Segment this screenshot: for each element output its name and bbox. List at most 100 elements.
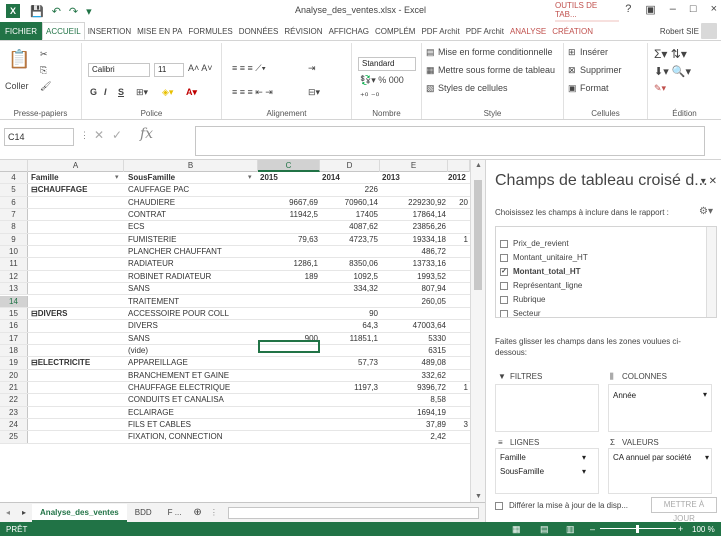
row-number[interactable]: 24 xyxy=(0,419,28,431)
column-item-dropdown-icon[interactable]: ▾ xyxy=(703,390,707,399)
cell-sousfamille[interactable]: FIXATION, CONNECTION xyxy=(128,431,256,442)
row-number[interactable]: 12 xyxy=(0,270,28,283)
cell-sousfamille[interactable]: DIVERS xyxy=(128,320,256,331)
famille-filter-icon[interactable]: ▾ xyxy=(115,173,119,181)
column-header-e[interactable]: E xyxy=(380,160,448,172)
cell-sousfamille[interactable]: SANS xyxy=(128,283,256,294)
clear-icon[interactable]: ✎▾ xyxy=(654,83,666,94)
redo-icon[interactable]: ↷ xyxy=(69,5,78,18)
row-number[interactable]: 15 xyxy=(0,307,28,320)
year-2015-header[interactable]: 2015 xyxy=(260,172,320,183)
cell-2013[interactable]: 37,89 xyxy=(380,419,446,430)
tab-donnees[interactable]: DONNÉES xyxy=(236,22,282,40)
cell-famille[interactable] xyxy=(31,258,124,269)
cell-2013[interactable]: 47003,64 xyxy=(380,320,446,331)
cell-famille[interactable] xyxy=(31,296,124,307)
sousfamille-filter-icon[interactable]: ▾ xyxy=(248,173,252,181)
cell-styles-icon[interactable]: ▧ xyxy=(426,83,435,94)
avatar[interactable] xyxy=(701,23,717,39)
cell-famille[interactable]: ⊟DIVERS xyxy=(31,308,124,319)
cell-2015[interactable] xyxy=(258,370,318,381)
decimal-icon[interactable]: ⁺⁰ ⁻⁰ xyxy=(360,91,379,102)
cut-icon[interactable]: ✂ xyxy=(40,49,48,60)
row-number[interactable]: 25 xyxy=(0,431,28,443)
cell-famille[interactable] xyxy=(31,197,124,208)
cell-2013[interactable]: 332,62 xyxy=(380,370,446,381)
cell-2015[interactable] xyxy=(258,308,318,319)
column-header-d[interactable]: D xyxy=(320,160,380,172)
field-checkbox[interactable] xyxy=(500,253,508,262)
row-item-dropdown-icon[interactable]: ▾ xyxy=(582,467,586,476)
autosum-icon[interactable]: Σ▾ ⇅▾ xyxy=(654,47,687,61)
wrap-text-icon[interactable]: ⇥ xyxy=(308,63,316,74)
cell-2015[interactable] xyxy=(258,357,318,368)
cell-2014[interactable] xyxy=(320,394,378,405)
sheet-tab-bdd[interactable]: BDD xyxy=(127,504,160,522)
row-number[interactable]: 8 xyxy=(0,221,28,233)
delete-button[interactable]: Supprimer xyxy=(580,65,622,75)
column-header-c[interactable]: C xyxy=(258,160,320,172)
copy-icon[interactable]: ⎘ xyxy=(40,65,47,76)
tab-mise-en-page[interactable]: MISE EN PA xyxy=(134,22,185,40)
cell-2014[interactable]: 4723,75 xyxy=(320,234,378,245)
customize-qat-icon[interactable]: ▾ xyxy=(86,5,92,18)
bold-button[interactable]: G xyxy=(90,87,97,97)
cell-famille[interactable]: ⊟ELECTRICITE xyxy=(31,357,124,368)
cell-2015[interactable] xyxy=(258,382,318,393)
cell-2015[interactable]: 11942,5 xyxy=(258,209,318,220)
cell-2014[interactable]: 64,3 xyxy=(320,320,378,331)
cell-2013[interactable]: 486,72 xyxy=(380,246,446,257)
tab-formules[interactable]: FORMULES xyxy=(185,22,235,40)
cell-2014[interactable]: 11851,1 xyxy=(320,333,378,344)
cell-famille[interactable] xyxy=(31,382,124,393)
cell-sousfamille[interactable]: ACCESSOIRE POUR COLL xyxy=(128,308,256,319)
cell-2015[interactable] xyxy=(258,246,318,257)
cell-2013[interactable]: 6315 xyxy=(380,345,446,356)
cell-2012[interactable] xyxy=(448,184,468,195)
conditional-format-icon[interactable]: ▤ xyxy=(426,47,435,58)
number-format-select[interactable]: Standard xyxy=(358,57,416,71)
cell-2014[interactable]: 17405 xyxy=(320,209,378,220)
row-item[interactable]: Famille xyxy=(500,453,526,462)
row-number[interactable]: 22 xyxy=(0,394,28,406)
cell-famille[interactable] xyxy=(31,283,124,294)
update-button[interactable]: METTRE À JOUR xyxy=(651,497,717,523)
cell-2012[interactable] xyxy=(448,271,468,282)
cell-sousfamille[interactable]: CHAUFFAGE ELECTRIQUE xyxy=(128,382,256,393)
cell-2015[interactable]: 1286,1 xyxy=(258,258,318,269)
cell-2015[interactable]: 9667,69 xyxy=(258,197,318,208)
cell-2012[interactable] xyxy=(448,357,468,368)
pane-close-icon[interactable]: ✕ xyxy=(709,176,717,187)
cell-2013[interactable]: 260,05 xyxy=(380,296,446,307)
cell-2012[interactable] xyxy=(448,370,468,381)
vertical-scrollbar[interactable]: ▲ ▼ xyxy=(470,160,485,502)
year-2013-header[interactable]: 2013 xyxy=(382,172,448,183)
cell-2012[interactable] xyxy=(448,394,468,405)
cell-2013[interactable]: 2,42 xyxy=(380,431,446,442)
field-item[interactable]: Montant_unitaire_HT xyxy=(500,253,588,262)
cell-2012[interactable] xyxy=(448,221,468,232)
insert-function-icon[interactable]: fx xyxy=(140,126,153,142)
cell-2012[interactable] xyxy=(448,308,468,319)
gear-icon[interactable]: ⚙▾ xyxy=(699,206,713,217)
field-item[interactable]: Prix_de_revient xyxy=(500,239,569,248)
cell-2012[interactable] xyxy=(448,320,468,331)
tab-pdf-archit-2[interactable]: PDF Archit xyxy=(463,22,507,40)
filters-drop-zone[interactable] xyxy=(495,384,599,432)
row-number[interactable]: 9 xyxy=(0,233,28,246)
cell-2012[interactable] xyxy=(448,209,468,220)
cell-2014[interactable] xyxy=(320,296,378,307)
cell-2013[interactable]: 17864,14 xyxy=(380,209,446,220)
format-button[interactable]: Format xyxy=(580,83,609,93)
field-item[interactable]: Représentant_ligne xyxy=(500,281,582,290)
cell-sousfamille[interactable]: ECLAIRAGE xyxy=(128,407,256,418)
cell-2015[interactable] xyxy=(258,419,318,430)
cell-famille[interactable] xyxy=(31,246,124,257)
insert-icon[interactable]: ⊞ xyxy=(568,47,576,58)
undo-icon[interactable]: ↶ xyxy=(52,5,61,18)
row-number[interactable]: 11 xyxy=(0,258,28,270)
sheet-tab-more[interactable]: F ... xyxy=(160,504,190,522)
row-number[interactable]: 4 xyxy=(0,172,28,184)
tab-analyse[interactable]: ANALYSE xyxy=(507,22,549,40)
cell-famille[interactable]: ⊟CHAUFFAGE xyxy=(31,184,124,195)
